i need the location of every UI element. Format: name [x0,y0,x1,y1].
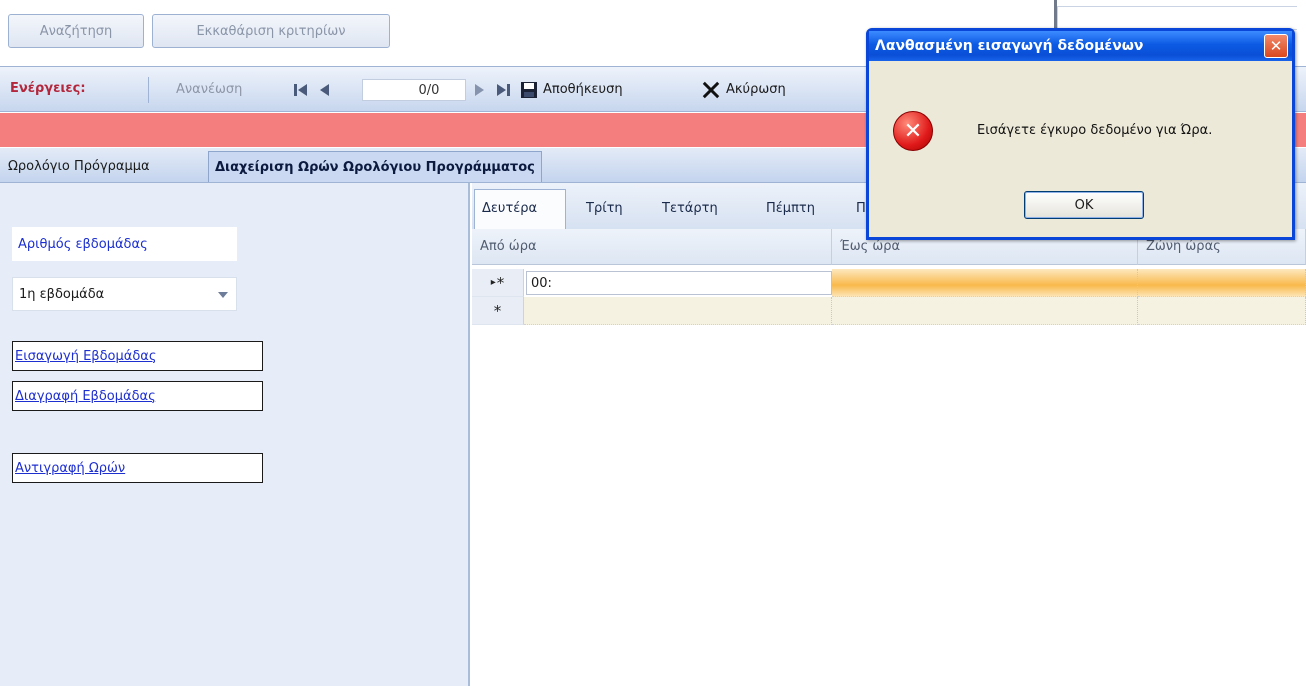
insert-week-link-box: Εισαγωγή Εβδομάδας [12,341,263,371]
time-zone-cell[interactable] [1138,297,1306,325]
clear-criteria-button[interactable]: Εκκαθάριση κριτηρίων [152,14,390,48]
tab-thursday[interactable]: Πέμπτη [766,201,815,216]
close-icon[interactable]: ✕ [1264,34,1288,58]
save-icon[interactable] [520,81,538,99]
to-hour-cell[interactable] [832,269,1138,297]
chevron-down-icon[interactable] [218,292,228,298]
table-row[interactable]: * [472,297,1306,325]
delete-week-link[interactable]: Διαγραφή Εβδομάδας [15,389,156,404]
week-number-label: Αριθμός εβδομάδας [12,227,237,261]
time-zone-cell[interactable] [1138,269,1306,297]
hours-grid-area: Δευτέρα Τρίτη Τετάρτη Πέμπτη Π Από ώρα Έ… [472,183,1306,686]
from-hour-cell[interactable] [524,297,832,325]
new-row-indicator: ▸ * [472,269,524,297]
refresh-button[interactable]: Ανανέωση [176,82,242,97]
next-record-icon[interactable] [470,81,488,99]
toolbar-separator [148,77,149,103]
dialog-message: Εισάγετε έγκυρο δεδομένο για Ώρα. [977,123,1213,138]
tab-tuesday[interactable]: Τρίτη [586,201,623,216]
insert-week-link[interactable]: Εισαγωγή Εβδομάδας [15,349,156,364]
previous-record-icon[interactable] [316,81,334,99]
tab-timetable[interactable]: Ωρολόγιο Πρόγραμμα [2,151,156,182]
tab-monday[interactable]: Δευτέρα [482,201,537,216]
table-row[interactable]: ▸ * 00: [472,269,1306,297]
tab-wednesday[interactable]: Τετάρτη [662,201,718,216]
to-hour-cell[interactable] [832,297,1138,325]
top-right-panel [1057,6,1297,30]
cancel-icon[interactable] [702,81,720,99]
dialog-title: Λανθασμένη εισαγωγή δεδομένων [875,38,1144,54]
first-record-icon[interactable] [292,81,310,99]
left-panel: Αριθμός εβδομάδας 1η εβδομάδα Εισαγωγή Ε… [0,183,470,686]
week-dropdown-value: 1η εβδομάδα [19,286,105,302]
append-row-indicator: * [472,297,524,325]
ok-button[interactable]: OK [1024,191,1144,219]
error-dialog: Λανθασμένη εισαγωγή δεδομένων ✕ ✕ Εισάγε… [866,28,1295,240]
tab-hours-management[interactable]: Διαχείριση Ωρών Ωρολόγιου Προγράμματος [208,151,542,182]
app-window: Αναζήτηση Εκκαθάριση κριτηρίων Ενέργειες… [0,0,1306,686]
week-dropdown[interactable]: 1η εβδομάδα [12,277,237,311]
actions-title: Ενέργειες: [10,81,86,96]
error-icon: ✕ [893,111,933,151]
last-record-icon[interactable] [494,81,512,99]
copy-hours-link-box: Αντιγραφή Ωρών [12,453,263,483]
cancel-button[interactable]: Ακύρωση [726,82,786,97]
delete-week-link-box: Διαγραφή Εβδομάδας [12,381,263,411]
dialog-title-bar[interactable]: Λανθασμένη εισαγωγή δεδομένων ✕ [869,31,1292,61]
column-from-hour[interactable]: Από ώρα [472,229,832,265]
from-hour-input[interactable]: 00: [526,271,832,295]
copy-hours-link[interactable]: Αντιγραφή Ωρών [15,461,125,476]
save-button[interactable]: Αποθήκευση [543,82,623,97]
record-position-field[interactable]: 0/0 [362,79,466,101]
search-button[interactable]: Αναζήτηση [8,14,144,48]
tab-friday[interactable]: Π [856,201,866,216]
